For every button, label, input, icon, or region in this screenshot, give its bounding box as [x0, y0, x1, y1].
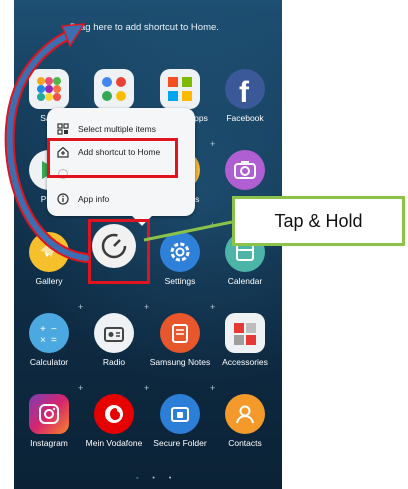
callout-connector [143, 220, 233, 242]
arrow-red-outline [4, 29, 91, 263]
arrow-blue-body [6, 31, 89, 261]
curved-arrow-overlay [4, 23, 233, 263]
arrow-head-icon [60, 23, 86, 48]
